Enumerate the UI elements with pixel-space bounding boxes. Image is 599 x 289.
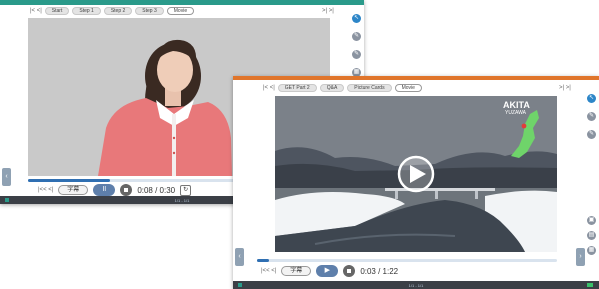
clipboard-icon[interactable]: ▤	[587, 231, 596, 240]
subtitle-button[interactable]: 字幕	[281, 266, 312, 276]
home-icon[interactable]	[5, 198, 9, 202]
window-accent-bar	[233, 76, 599, 80]
tab-row: |< <| GET Part 2 Q&A Picture Cards Movie	[263, 82, 422, 94]
page-prev-arrow[interactable]: ‹	[235, 248, 244, 266]
tool-strip: ↖ ✎ ✎ ▦	[351, 14, 362, 77]
tab-step-1[interactable]: Step 1	[72, 7, 101, 15]
subtitle-button[interactable]: 字幕	[58, 185, 89, 195]
page-next-arrow[interactable]: ›	[576, 248, 585, 266]
play-button[interactable]: ▶	[316, 265, 339, 277]
tab-start[interactable]: Start	[44, 7, 70, 15]
lower-tool-strip: ▣ ▤ ▦	[586, 216, 597, 255]
tool-strip: ↖ ✎ ✎	[586, 94, 597, 139]
video-frame[interactable]: AKITA YUZAWA	[275, 96, 557, 252]
page-indicator: 1/1 - 1/1	[174, 197, 190, 203]
video-progress-fill	[28, 179, 110, 182]
tab-movie[interactable]: Movie	[166, 7, 195, 15]
pen-icon[interactable]: ✎	[587, 112, 596, 121]
status-indicator	[587, 283, 593, 287]
stop-button[interactable]	[343, 265, 356, 277]
marker-icon[interactable]: ✎	[352, 50, 361, 59]
home-icon[interactable]	[238, 283, 242, 287]
video-progress-bar[interactable]	[257, 259, 557, 262]
time-readout: 0:03 / 1:22	[360, 266, 399, 276]
tab-step-2[interactable]: Step 2	[103, 7, 133, 15]
skip-back-button[interactable]: |<< <|	[261, 268, 276, 274]
cursor-icon[interactable]: ↖	[352, 14, 361, 23]
nav-next-button[interactable]: >| >|	[322, 7, 334, 15]
cursor-icon[interactable]: ↖	[587, 94, 596, 103]
status-bar: 1/1 - 1/1	[233, 281, 599, 289]
tab-step-3[interactable]: Step 3	[135, 7, 164, 15]
player-controls: |<< <| 字幕 II 0:08 / 0:30 ↻	[38, 184, 192, 196]
nav-next-button[interactable]: >| >|	[559, 84, 571, 92]
skip-back-button[interactable]: |<< <|	[38, 187, 53, 193]
akita-video-image	[275, 96, 557, 252]
pen-icon[interactable]: ✎	[352, 32, 361, 41]
tab-movie[interactable]: Movie	[394, 84, 422, 92]
tab-get-part-2[interactable]: GET Part 2	[277, 84, 317, 92]
location-sublabel: YUZAWA	[505, 110, 527, 116]
time-readout: 0:08 / 0:30	[137, 185, 176, 195]
marker-icon[interactable]: ✎	[587, 130, 596, 139]
page-prev-arrow[interactable]: ‹	[2, 168, 11, 186]
tab-qa[interactable]: Q&A	[319, 84, 345, 92]
pause-button[interactable]: II	[93, 184, 116, 196]
repeat-icon[interactable]: ↻	[180, 184, 192, 196]
tab-row: |< <| Start Step 1 Step 2 Step 3 Movie	[30, 5, 195, 17]
video-window-front: |< <| GET Part 2 Q&A Picture Cards Movie…	[233, 76, 599, 289]
nav-prev-button[interactable]: |< <|	[263, 84, 275, 92]
grid-icon[interactable]: ▦	[587, 246, 596, 255]
camera-icon[interactable]: ▣	[587, 216, 596, 225]
tab-picture-cards[interactable]: Picture Cards	[347, 84, 392, 92]
nav-prev-button[interactable]: |< <|	[30, 7, 42, 15]
location-label: AKITA	[503, 100, 530, 110]
page-indicator: 1/1 - 1/1	[408, 282, 424, 288]
stop-button[interactable]	[120, 184, 133, 196]
player-controls: |<< <| 字幕 ▶ 0:03 / 1:22	[261, 265, 398, 277]
video-progress-fill	[257, 259, 269, 262]
